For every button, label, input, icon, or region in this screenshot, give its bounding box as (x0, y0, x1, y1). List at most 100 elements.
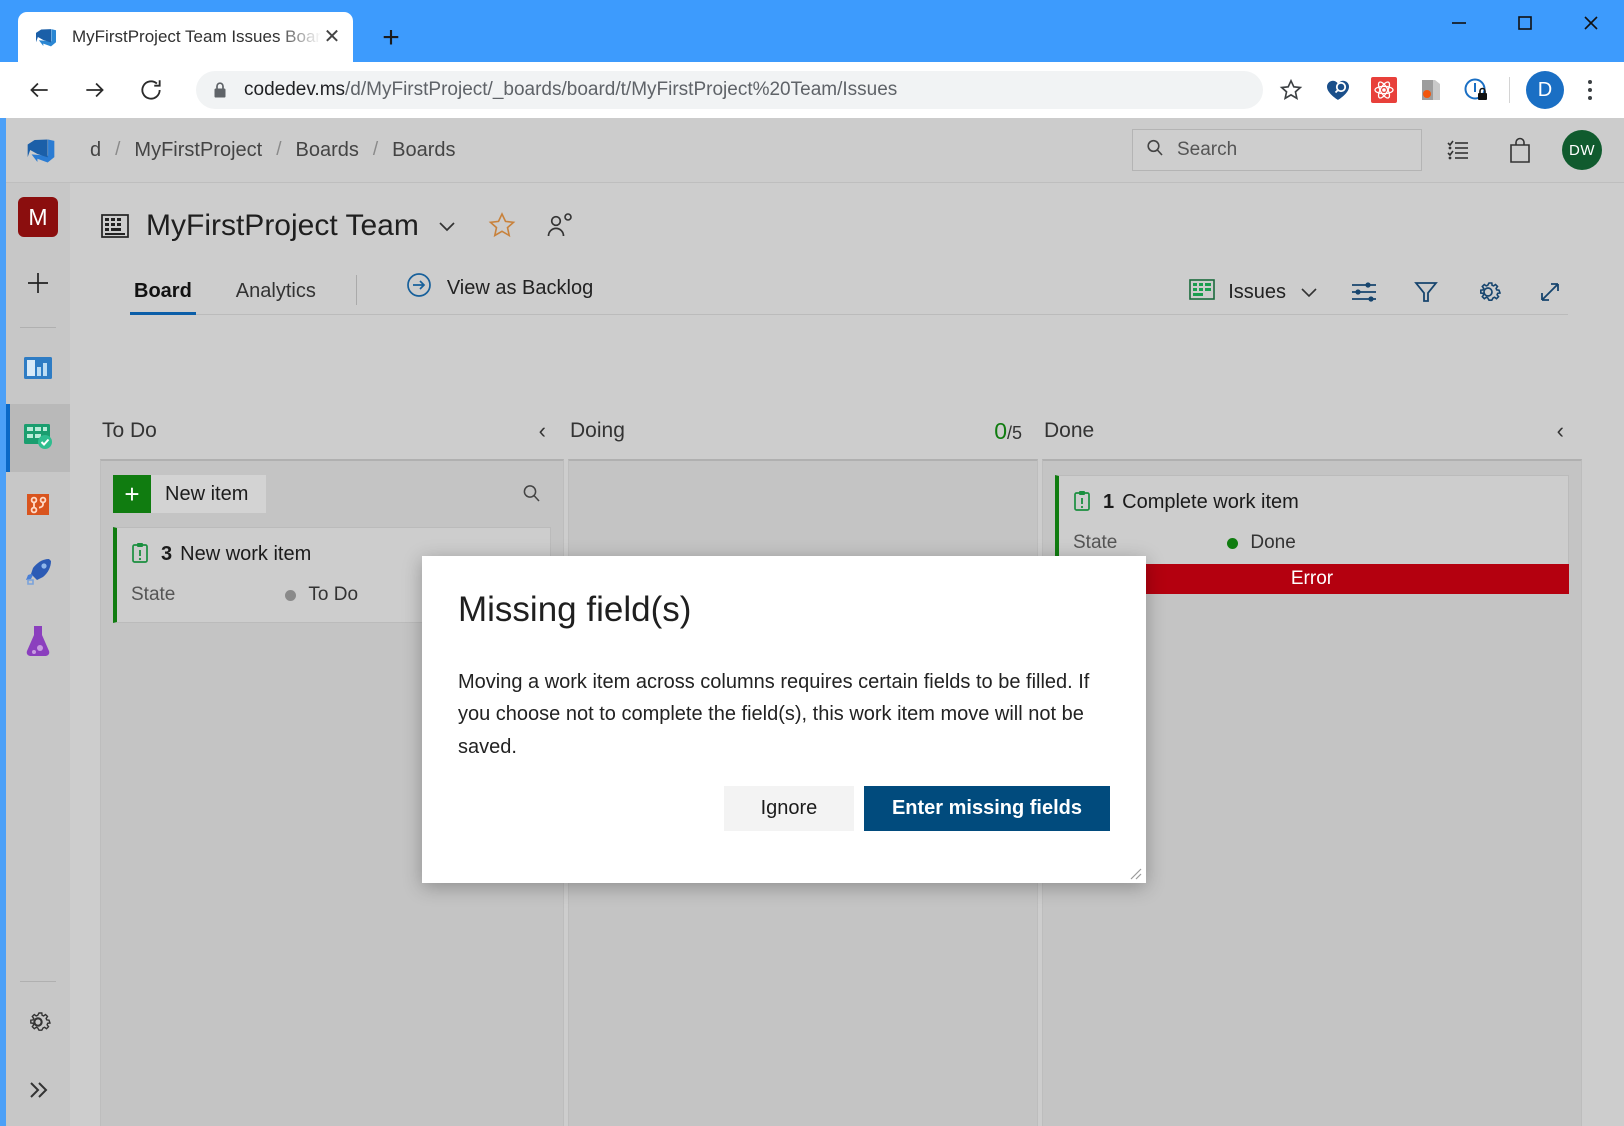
sidebar-item-overview[interactable] (6, 336, 70, 404)
breadcrumb-item-page[interactable]: Boards (392, 139, 455, 162)
browser-profile-avatar[interactable]: D (1526, 71, 1564, 109)
expand-diagonal-icon[interactable] (1532, 275, 1568, 309)
pipelines-icon (19, 553, 57, 596)
missing-fields-dialog: Missing field(s) Moving a work item acro… (422, 556, 1146, 883)
new-item-button[interactable]: + New item (113, 475, 266, 513)
chevron-down-icon[interactable] (435, 214, 459, 238)
azure-devops-icon[interactable] (18, 134, 64, 166)
chevron-left-icon[interactable]: ‹ (1543, 420, 1578, 442)
board-column-header-right: ‹ (1543, 420, 1578, 442)
close-icon[interactable] (1558, 0, 1624, 46)
work-item-title: New work item (180, 543, 311, 566)
boards-icon (19, 417, 57, 460)
board-column-header: Done ‹ (1042, 405, 1582, 457)
page-title: MyFirstProject Team (146, 209, 419, 243)
url-host: codedev.ms (244, 79, 345, 100)
shopping-bag-icon[interactable] (1494, 127, 1546, 173)
wip-current: 0 (994, 418, 1007, 444)
sidebar-item-settings[interactable] (6, 990, 70, 1058)
work-item-title: Complete work item (1122, 491, 1299, 514)
breadcrumb-separator: / (115, 139, 120, 161)
backlog-level-label: Issues (1228, 281, 1286, 304)
arrow-right-icon[interactable] (72, 67, 118, 113)
board-toolbar: Issues (1162, 275, 1568, 315)
sidebar-item-pipelines[interactable] (6, 540, 70, 608)
view-as-backlog-label: View as Backlog (447, 277, 593, 300)
toolbar-divider (356, 275, 357, 305)
sidebar-project-badge[interactable]: M (6, 183, 70, 251)
gear-icon (23, 1007, 53, 1042)
status-badge: To Do (285, 584, 358, 606)
browser-tab[interactable]: MyFirstProject Team Issues Board ✕ (18, 12, 353, 62)
chevron-left-icon[interactable]: ‹ (525, 420, 560, 442)
checklist-icon[interactable] (1432, 127, 1484, 173)
plus-icon: + (113, 475, 151, 513)
url-path: /d/MyFirstProject/_boards/board/t/MyFirs… (345, 79, 897, 100)
close-icon[interactable]: ✕ (321, 26, 343, 48)
card-state-value: To Do (308, 584, 358, 606)
sidebar-divider (20, 327, 56, 328)
user-avatar[interactable]: DW (1562, 130, 1602, 170)
tab-board[interactable]: Board (130, 280, 196, 315)
funnel-icon[interactable] (1408, 275, 1444, 309)
star-outline-icon[interactable] (487, 211, 517, 241)
team-board-icon (100, 211, 130, 241)
work-item-id: 3 (161, 543, 172, 566)
reload-icon[interactable] (128, 67, 174, 113)
heart-magnifier-icon[interactable] (1315, 67, 1361, 113)
tabs-underline (130, 314, 1568, 315)
search-input[interactable]: Search (1132, 129, 1422, 171)
board-column-header: Doing 0/5 (568, 405, 1038, 457)
sidebar-item-test-plans[interactable] (6, 608, 70, 676)
board-column-name: Done (1044, 419, 1094, 443)
new-tab-button[interactable]: + (372, 22, 410, 54)
onenote-clipper-icon[interactable] (1407, 67, 1453, 113)
arrow-left-icon[interactable] (16, 67, 62, 113)
breadcrumb-item-org[interactable]: d (90, 139, 101, 162)
sidebar-divider (20, 981, 56, 982)
breadcrumb-item-hub[interactable]: Boards (295, 139, 358, 162)
repos-icon (20, 486, 56, 527)
azure-devops-icon (34, 25, 58, 49)
page-header: MyFirstProject Team (70, 183, 1624, 315)
backlog-level-selector[interactable]: Issues (1188, 277, 1320, 308)
star-outline-icon[interactable] (1271, 70, 1311, 110)
plus-icon (22, 267, 54, 304)
maximize-icon[interactable] (1492, 0, 1558, 46)
state-dot (1227, 538, 1238, 549)
browser-tab-title: MyFirstProject Team Issues Board (72, 27, 321, 47)
search-icon[interactable] (513, 483, 551, 505)
ado-header-actions: Search (1132, 127, 1624, 173)
person-add-icon[interactable] (545, 211, 575, 241)
sidebar-item-new[interactable] (6, 251, 70, 319)
tab-analytics[interactable]: Analytics (232, 280, 320, 315)
gear-icon[interactable] (1470, 275, 1506, 309)
view-as-backlog-button[interactable]: View as Backlog (391, 271, 593, 315)
status-badge: Done (1227, 532, 1295, 554)
resize-corner-icon[interactable] (1126, 864, 1142, 880)
react-icon[interactable] (1361, 67, 1407, 113)
sliders-icon[interactable] (1346, 275, 1382, 309)
sidebar-bottom (6, 973, 70, 1126)
card-title-row: 1 Complete work item (1073, 490, 1552, 514)
breadcrumb-separator: / (276, 139, 281, 161)
board-column-header-right: 0/5 (994, 418, 1034, 445)
test-plans-icon (20, 620, 56, 665)
board-column-name: Doing (570, 419, 625, 443)
minimize-icon[interactable] (1426, 0, 1492, 46)
window-controls (1426, 0, 1624, 62)
sidebar-expand-button[interactable] (6, 1058, 70, 1126)
toolbar-divider (1509, 77, 1510, 103)
card-meta: State Done (1073, 532, 1552, 554)
board-column-header: To Do ‹ (100, 405, 564, 457)
sidebar-item-boards[interactable] (6, 404, 70, 472)
address-bar[interactable]: codedev.ms/d/MyFirstProject/_boards/boar… (196, 71, 1263, 109)
dialog-message: Moving a work item across columns requir… (422, 630, 1146, 763)
sidebar-item-repos[interactable] (6, 472, 70, 540)
breadcrumb-item-project[interactable]: MyFirstProject (134, 139, 262, 162)
ignore-button[interactable]: Ignore (724, 786, 854, 831)
kebab-menu-icon[interactable] (1570, 68, 1610, 112)
privacy-lock-icon[interactable] (1453, 67, 1499, 113)
enter-missing-fields-button[interactable]: Enter missing fields (864, 786, 1110, 831)
card-field-label: State (131, 584, 175, 606)
